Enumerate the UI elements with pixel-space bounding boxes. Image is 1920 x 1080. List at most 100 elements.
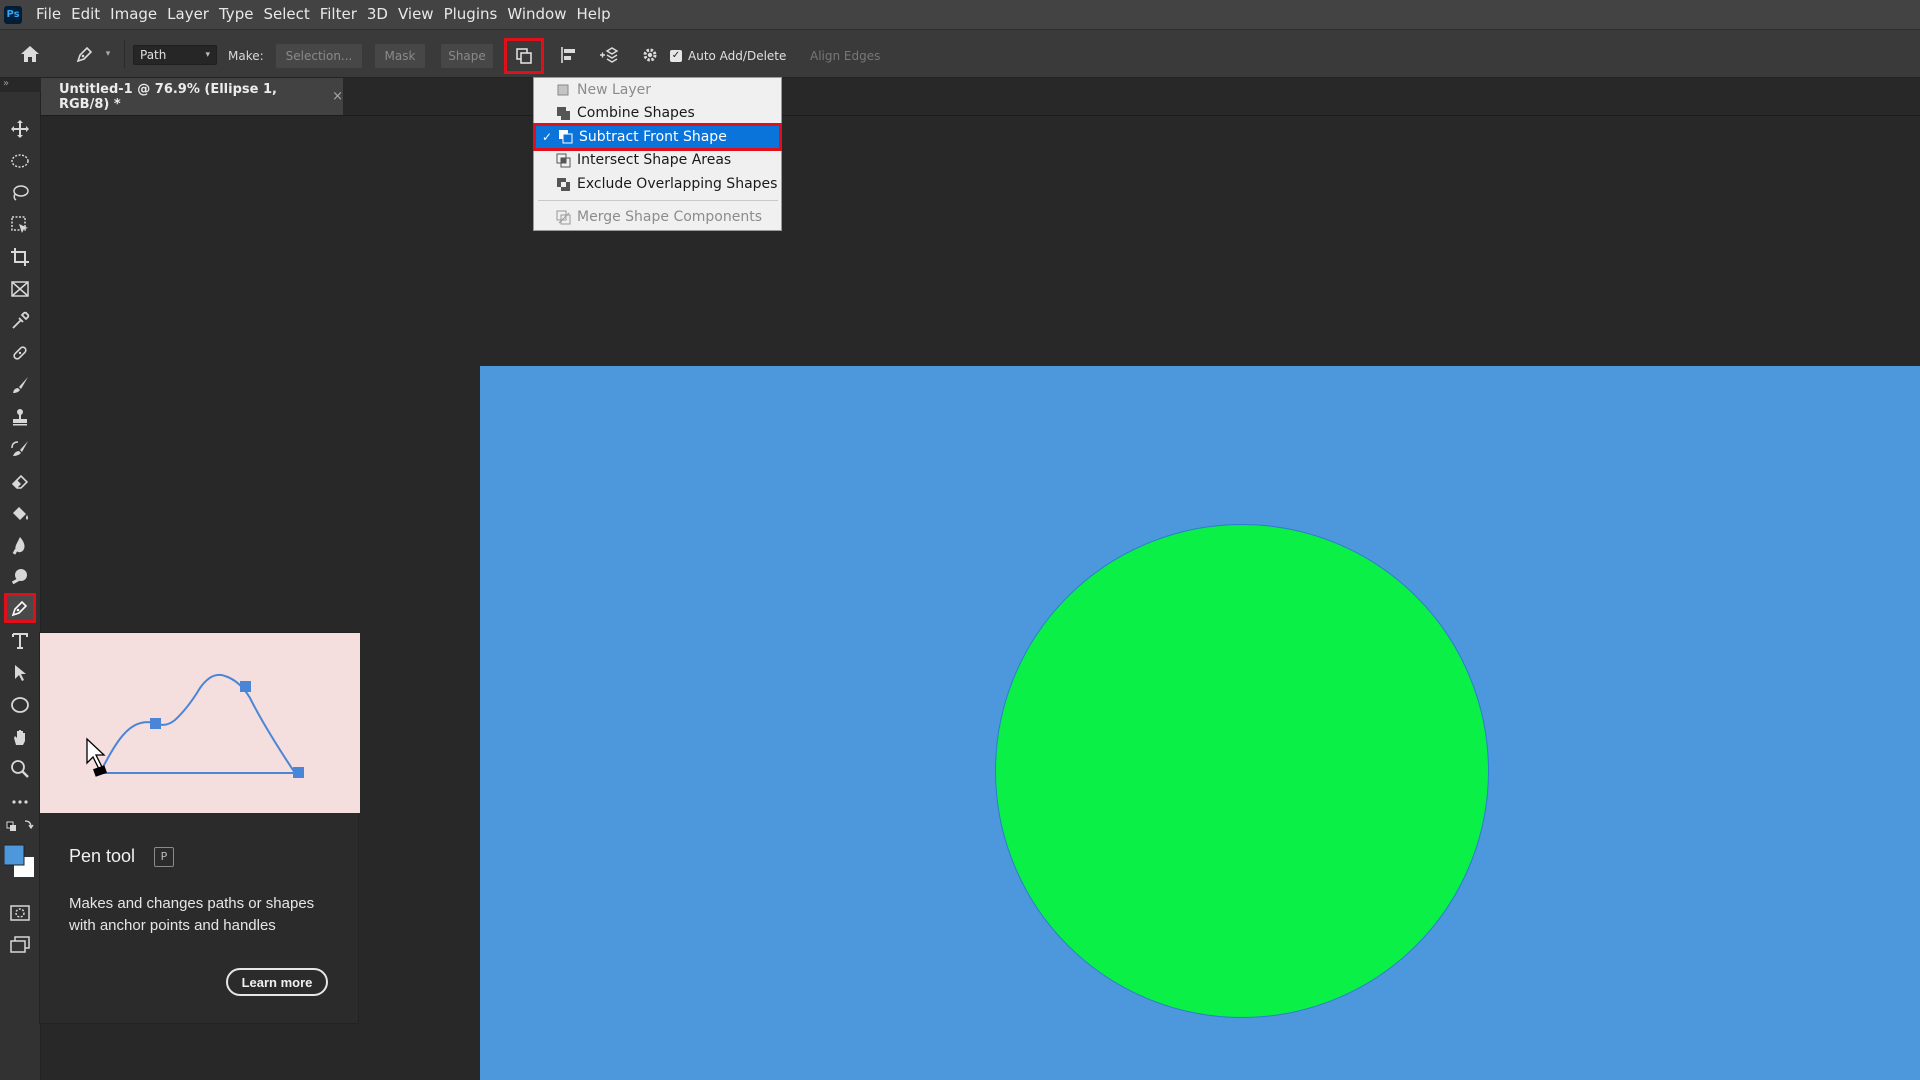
menu-item-label: New Layer — [577, 82, 652, 98]
tool-paint-bucket[interactable] — [4, 498, 36, 528]
menu-item-exclude-overlapping-shapes[interactable]: Exclude Overlapping Shapes — [534, 173, 781, 195]
menu-window[interactable]: Window — [505, 0, 574, 29]
swap-colors-icon — [6, 820, 34, 831]
auto-add-delete-label: Auto Add/Delete — [688, 49, 787, 63]
menu-edit[interactable]: Edit — [69, 0, 108, 29]
tool-blur[interactable] — [4, 530, 36, 560]
dodge-icon — [11, 569, 27, 585]
tooltip-shortcut-key: P — [154, 847, 174, 867]
tools-panel — [0, 92, 41, 1080]
gear-icon — [643, 48, 657, 62]
make-mask-button[interactable]: Mask — [375, 44, 425, 68]
menu-item-new-layer[interactable]: New Layer — [534, 79, 781, 101]
home-button[interactable] — [14, 42, 46, 66]
color-swatch-controls[interactable] — [4, 814, 36, 838]
menu-item-merge-shape-components[interactable]: Merge Shape Components — [534, 206, 781, 228]
brush-icon — [13, 377, 28, 393]
tool-lasso[interactable] — [4, 178, 36, 208]
history-brush-icon — [11, 441, 28, 456]
tool-history-brush[interactable] — [4, 434, 36, 464]
object-selection-icon — [11, 216, 28, 233]
tool-frame[interactable] — [4, 274, 36, 304]
ellipse-shape[interactable] — [995, 524, 1489, 1018]
tooltip-title: Pen tool — [69, 846, 136, 866]
hand-icon — [14, 730, 25, 745]
document-canvas[interactable] — [480, 366, 1920, 1080]
tool-eraser[interactable] — [4, 466, 36, 496]
pen-tool-preview-image — [40, 633, 360, 813]
document-tab[interactable]: Untitled-1 @ 76.9% (Ellipse 1, RGB/8) * … — [41, 78, 343, 115]
path-alignment-button[interactable] — [555, 42, 583, 68]
menu-item-label: Exclude Overlapping Shapes — [577, 176, 778, 192]
quick-mask-mode[interactable] — [4, 898, 36, 928]
close-tab-button[interactable]: × — [332, 89, 343, 104]
tool-move[interactable] — [4, 114, 36, 144]
tool-dodge[interactable] — [4, 562, 36, 592]
tool-eyedropper[interactable] — [4, 306, 36, 336]
lasso-icon — [13, 185, 29, 201]
tool-preset-picker[interactable] — [70, 42, 100, 66]
menu-item-label: Subtract Front Shape — [579, 129, 727, 145]
zoom-icon — [11, 760, 29, 778]
learn-more-button[interactable]: Learn more — [226, 968, 328, 996]
path-operations-menu: New Layer Combine Shapes ✓ Subtract Fron… — [533, 77, 782, 231]
checkmark-icon: ✓ — [542, 130, 553, 144]
tool-more[interactable] — [4, 787, 36, 817]
tool-spot-healing[interactable] — [4, 338, 36, 368]
menu-select[interactable]: Select — [261, 0, 317, 29]
auto-add-delete-checkbox[interactable]: ✓ — [670, 50, 682, 62]
menu-separator — [538, 200, 778, 201]
menu-type[interactable]: Type — [217, 0, 261, 29]
make-shape-button[interactable]: Shape — [441, 44, 493, 68]
intersect-shape-areas-icon — [556, 153, 572, 173]
tool-pen[interactable] — [4, 593, 36, 623]
menu-layer[interactable]: Layer — [165, 0, 217, 29]
menu-3d[interactable]: 3D — [365, 0, 396, 29]
tool-elliptical-marquee[interactable] — [4, 146, 36, 176]
path-selection-icon — [15, 665, 26, 681]
move-icon — [11, 120, 29, 138]
exclude-overlapping-shapes-icon — [556, 177, 572, 197]
path-arrangement-button[interactable] — [594, 42, 624, 68]
path-operations-icon — [516, 48, 532, 64]
menu-item-combine-shapes[interactable]: Combine Shapes — [534, 102, 781, 124]
menu-filter[interactable]: Filter — [318, 0, 365, 29]
screen-mode[interactable] — [4, 930, 36, 960]
new-layer-icon — [556, 83, 570, 101]
menu-image[interactable]: Image — [108, 0, 165, 29]
menu-file[interactable]: File — [34, 0, 69, 29]
make-selection-button[interactable]: Selection... — [276, 44, 362, 68]
options-bar: ▾ Path ▾ Make: Selection... Mask Shape ✓… — [0, 30, 1920, 78]
tool-brush[interactable] — [4, 370, 36, 400]
clone-stamp-icon — [13, 409, 27, 426]
tool-crop[interactable] — [4, 242, 36, 272]
auto-add-delete-toggle[interactable]: ✓ Auto Add/Delete — [670, 46, 786, 66]
menu-help[interactable]: Help — [574, 0, 618, 29]
menu-item-subtract-front-shape[interactable]: ✓ Subtract Front Shape — [533, 123, 782, 151]
tool-clone-stamp[interactable] — [4, 402, 36, 432]
path-operations-button[interactable] — [504, 38, 544, 74]
frame-icon — [11, 281, 29, 297]
tool-zoom[interactable] — [4, 754, 36, 784]
document-title: Untitled-1 @ 76.9% (Ellipse 1, RGB/8) * — [59, 81, 277, 112]
tool-ellipse[interactable] — [4, 690, 36, 720]
toolbar-collapse-grip[interactable]: » — [0, 78, 40, 92]
photoshop-logo: Ps — [4, 5, 22, 24]
path-arrangement-icon — [600, 47, 619, 63]
subtract-front-shape-icon — [558, 129, 574, 149]
menu-view[interactable]: View — [396, 0, 442, 29]
tool-mode-select[interactable]: Path ▾ — [133, 45, 217, 65]
align-edges-option[interactable]: Align Edges — [810, 46, 880, 66]
tool-type[interactable] — [4, 626, 36, 656]
menu-plugins[interactable]: Plugins — [442, 0, 506, 29]
tool-object-selection[interactable] — [4, 210, 36, 240]
chevron-down-icon[interactable]: ▾ — [102, 44, 114, 64]
tool-hand[interactable] — [4, 722, 36, 752]
tool-path-selection[interactable] — [4, 658, 36, 688]
foreground-background-swatches[interactable] — [4, 842, 36, 884]
crop-icon — [11, 248, 29, 266]
menu-item-intersect-shape-areas[interactable]: Intersect Shape Areas — [534, 149, 781, 171]
pen-icon — [11, 600, 28, 617]
path-options-button[interactable] — [638, 42, 662, 68]
elliptical-marquee-icon — [11, 154, 29, 168]
